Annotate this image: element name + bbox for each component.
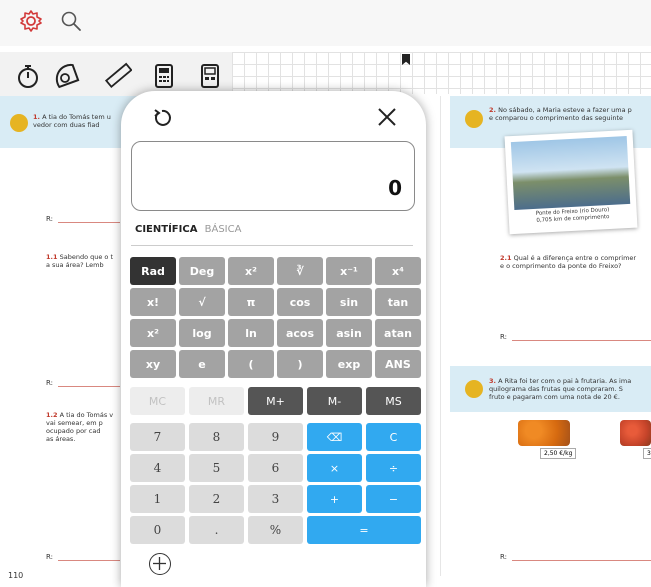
key-calculator-pad-1-2-l[interactable]: 6: [248, 454, 303, 482]
search-icon[interactable]: [58, 8, 84, 34]
key-calculator-pad-2-3-l[interactable]: +: [307, 485, 362, 513]
answer-label: R:: [500, 333, 508, 341]
key-calculator-pad-0-0-l[interactable]: 7: [130, 423, 185, 451]
key-calculator-pad-3-2-l[interactable]: %: [248, 516, 303, 544]
key-calculator-rows-0-4-l[interactable]: x⁻¹: [326, 257, 372, 285]
price-tag: 2,50 €/kg: [540, 448, 577, 459]
basic-calculator-icon[interactable]: [196, 62, 224, 90]
question-2: 2. No sábado, a Maria esteve a fazer uma…: [489, 106, 632, 122]
key-calculator-rows-2-1-l[interactable]: log: [179, 319, 225, 347]
answer-line: [58, 222, 120, 223]
key-calculator-rows-3-3-l[interactable]: ): [277, 350, 323, 378]
key-calculator-pad-2-1-l[interactable]: 2: [189, 485, 244, 513]
key-calculator-pad-1-3-l[interactable]: ×: [307, 454, 362, 482]
page-divider: [440, 96, 441, 576]
grid-paper: [232, 52, 651, 94]
close-icon[interactable]: [375, 105, 399, 129]
key-calculator-pad-2-0-l[interactable]: 1: [130, 485, 185, 513]
key-calculator-pad-0-4-l[interactable]: C: [366, 423, 421, 451]
question-3: 3. A Rita foi ter com o pai à frutaria. …: [489, 377, 632, 401]
answer-label: R:: [46, 215, 54, 223]
question-1: 1. A tia do Tomás tem u vedor com duas fi…: [33, 113, 111, 129]
key-calculator-rows-0-2-l[interactable]: x²: [228, 257, 274, 285]
tab-scientific[interactable]: CIENTÍFICA: [135, 224, 197, 235]
answer-line: [512, 560, 651, 561]
mode-selector: CIENTÍFICA BÁSICA: [135, 224, 241, 235]
key-calculator-pad-1-1-l[interactable]: 5: [189, 454, 244, 482]
key-calculator-rows-0-5-l[interactable]: x⁴: [375, 257, 421, 285]
key-calculator-pad-1-0-l[interactable]: 4: [130, 454, 185, 482]
key-calculator-memory-1-l[interactable]: MR: [189, 387, 244, 415]
key-calculator-pad-2-4-l[interactable]: −: [366, 485, 421, 513]
key-calculator-rows-1-3-l[interactable]: cos: [277, 288, 323, 316]
hand-icon: [10, 114, 28, 132]
key-calculator-pad-2-2-l[interactable]: 3: [248, 485, 303, 513]
answer-label: R:: [46, 553, 54, 561]
key-calculator-rows-3-0-l[interactable]: xy: [130, 350, 176, 378]
tab-basic[interactable]: BÁSICA: [205, 224, 242, 235]
bridge-photo: Ponte do Freixo (rio Douro) 0,705 km de c…: [504, 129, 638, 235]
undo-icon[interactable]: [151, 107, 173, 129]
answer-line: [58, 560, 120, 561]
key-calculator-rows-1-0-l[interactable]: x!: [130, 288, 176, 316]
question-1-2: 1.2 A tia do Tomás v vai semear, em p ocup…: [46, 411, 114, 443]
hand-icon: [465, 110, 483, 128]
question-2-1: 2.1 Qual é a diferença entre o comprimer…: [500, 254, 637, 270]
answer-line: [512, 340, 651, 341]
key-calculator-memory-0-l[interactable]: MC: [130, 387, 185, 415]
answer-label: R:: [46, 379, 54, 387]
key-calculator-rows-2-2-l[interactable]: ln: [228, 319, 274, 347]
key-calculator-pad-0-2-l[interactable]: 9: [248, 423, 303, 451]
ruler-icon[interactable]: [104, 62, 132, 90]
question-1-1: 1.1 Sabendo que o ta sua área? Lemb: [46, 253, 114, 269]
calculator-display: 0: [131, 141, 415, 211]
key-calculator-pad-0-3-l[interactable]: ⌫: [307, 423, 362, 451]
key-calculator-rows-2-5-l[interactable]: atan: [375, 319, 421, 347]
answer-label: R:: [500, 553, 508, 561]
protractor-icon[interactable]: [52, 62, 80, 90]
key-calculator-pad-0-1-l[interactable]: 8: [189, 423, 244, 451]
gear-icon[interactable]: [18, 8, 44, 34]
answer-line: [58, 386, 120, 387]
stopwatch-icon[interactable]: [14, 62, 42, 90]
calculator-icon[interactable]: [150, 62, 178, 90]
bridge-image: [510, 136, 631, 211]
oranges-crate: [518, 420, 570, 446]
key-calculator-pad-3-0-l[interactable]: 0: [130, 516, 185, 544]
scientific-calculator[interactable]: 0 CIENTÍFICA BÁSICA Rad Deg x² ∛ x⁻¹ x⁴ x! √ π co…: [121, 91, 426, 587]
key-calculator-rows-2-0-l[interactable]: x²: [130, 319, 176, 347]
key-calculator-pad-3-3-l[interactable]: =: [307, 516, 421, 544]
key-calculator-rows-1-5-l[interactable]: tan: [375, 288, 421, 316]
key-calculator-memory-3-l[interactable]: M-: [307, 387, 362, 415]
mode-divider: [131, 245, 413, 246]
key-calculator-rows-3-1-l[interactable]: e: [179, 350, 225, 378]
key-calculator-memory-2-l[interactable]: M+: [248, 387, 303, 415]
key-calculator-rows-3-4-l[interactable]: exp: [326, 350, 372, 378]
key-calculator-memory-4-l[interactable]: MS: [366, 387, 421, 415]
display-value: 0: [388, 176, 402, 200]
key-calculator-rows-3-2-l[interactable]: (: [228, 350, 274, 378]
key-calculator-rows-1-2-l[interactable]: π: [228, 288, 274, 316]
fruit-crate: [620, 420, 651, 446]
key-calculator-rows-3-5-l[interactable]: ANS: [375, 350, 421, 378]
page-number: 110: [8, 571, 24, 580]
move-icon[interactable]: [149, 553, 171, 575]
hand-icon: [465, 380, 483, 398]
key-calculator-rows-2-3-l[interactable]: acos: [277, 319, 323, 347]
key-calculator-rows-1-1-l[interactable]: √: [179, 288, 225, 316]
top-toolbar: [0, 0, 651, 46]
price-tag: 3,: [643, 448, 651, 459]
key-calculator-rows-0-0-l[interactable]: Rad: [130, 257, 176, 285]
key-calculator-rows-0-3-l[interactable]: ∛: [277, 257, 323, 285]
key-calculator-rows-0-1-l[interactable]: Deg: [179, 257, 225, 285]
key-calculator-pad-1-4-l[interactable]: ÷: [366, 454, 421, 482]
key-calculator-rows-2-4-l[interactable]: asin: [326, 319, 372, 347]
key-calculator-rows-1-4-l[interactable]: sin: [326, 288, 372, 316]
key-calculator-pad-3-1-l[interactable]: .: [189, 516, 244, 544]
